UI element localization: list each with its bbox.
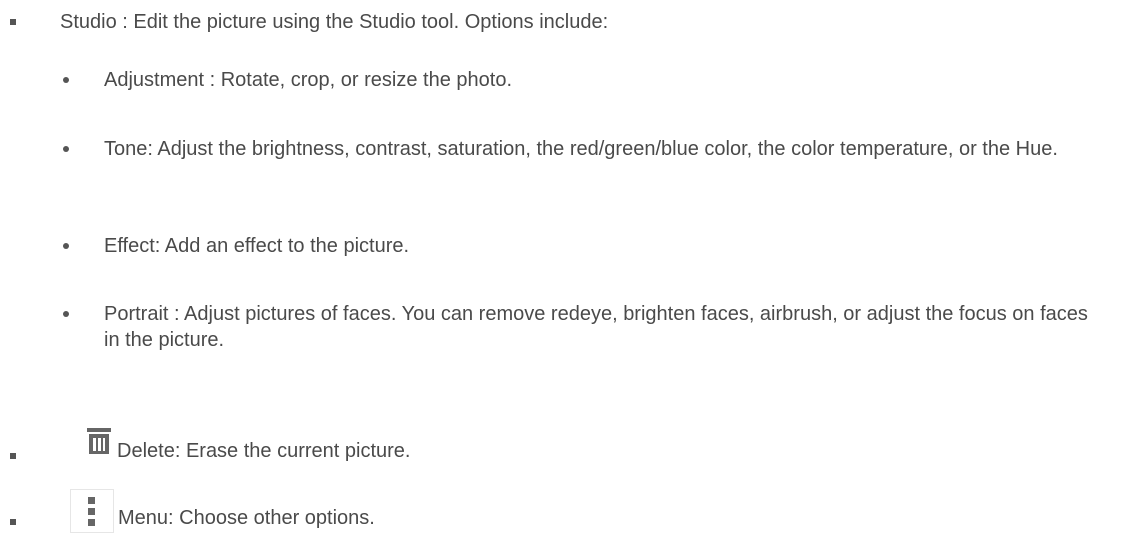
effect-description: Add an effect to the picture. [164,235,410,257]
studio-description: Edit the picture using the Studio tool. … [133,11,609,33]
trash-icon [87,428,111,454]
more-vertical-icon [70,489,114,533]
list-bullet [10,453,16,459]
menu-description: Choose other options. [179,507,375,529]
tone-description: Adjust the brightness, contrast, saturat… [157,138,1058,160]
sub-item-adjustment: Adjustment : Rotate, crop, or resize the… [104,67,512,93]
studio-separator: : [116,11,134,33]
portrait-description: Adjust pictures of faces. You can remove… [104,303,1088,351]
tone-label: Tone [104,138,148,160]
sub-item-portrait: Portrait : Adjust pictures of faces. You… [104,301,1109,353]
adjustment-label: Adjustment [104,69,205,91]
portrait-label: Portrait [104,303,169,325]
menu-label: Menu [118,507,169,529]
delete-description: Erase the current picture. [185,440,411,462]
delete-separator: : [174,440,186,462]
sub-list-bullet [63,146,69,152]
sub-item-effect: Effect: Add an effect to the picture. [104,233,409,259]
sub-item-tone: Tone: Adjust the brightness, contrast, s… [104,136,1104,162]
adjustment-separator: : [204,69,221,91]
list-item-studio: Studio : Edit the picture using the Stud… [60,9,608,35]
list-bullet [10,519,16,525]
delete-label: Delete [117,440,175,462]
sub-list-bullet [63,77,69,83]
list-item-menu: Menu: Choose other options. [118,505,375,531]
list-item-delete: Delete: Erase the current picture. [117,438,411,464]
effect-label: Effect [104,235,155,257]
list-bullet [10,19,16,25]
adjustment-description: Rotate, crop, or resize the photo. [220,69,513,91]
tone-separator: : [147,138,158,160]
sub-list-bullet [63,311,69,317]
effect-separator: : [154,235,165,257]
studio-label: Studio [60,11,117,33]
portrait-separator: : [168,303,185,325]
sub-list-bullet [63,243,69,249]
menu-separator: : [168,507,180,529]
